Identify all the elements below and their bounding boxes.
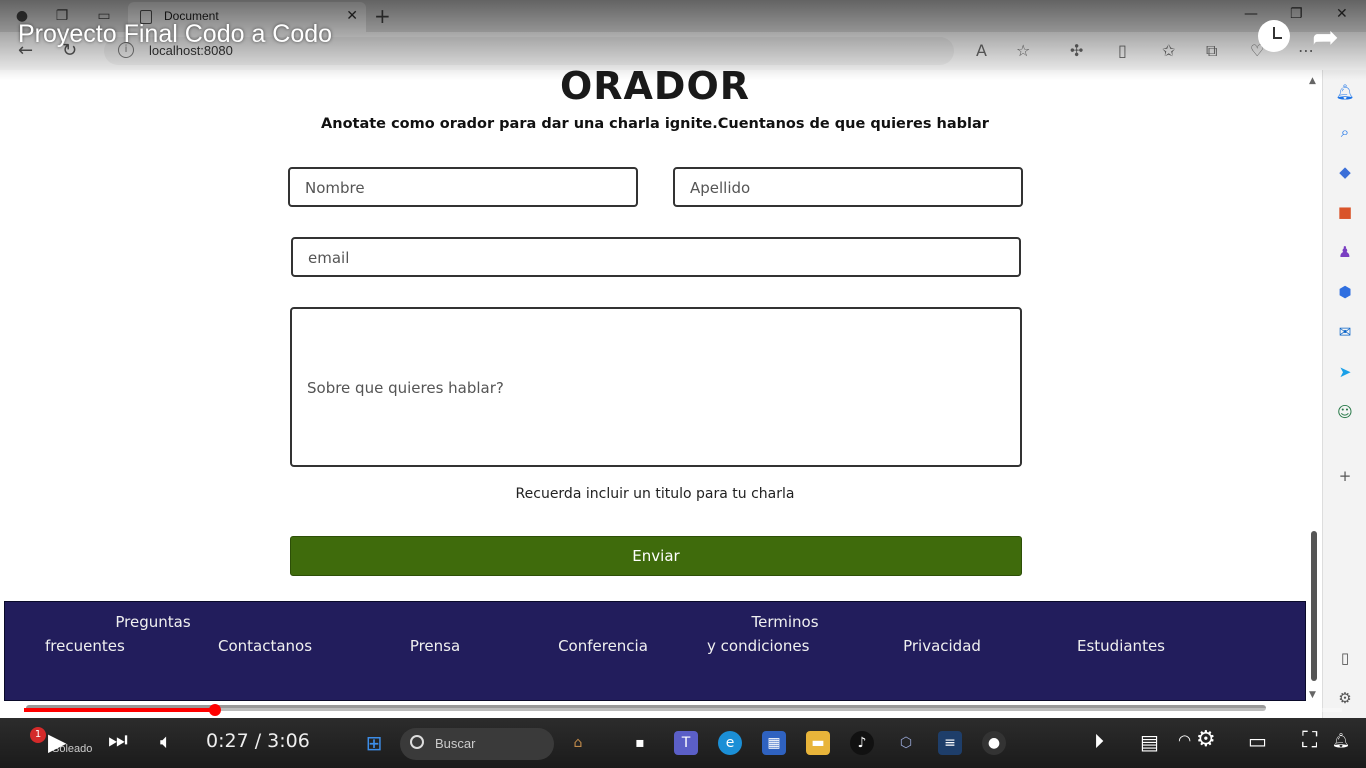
new-tab-icon[interactable]: + bbox=[374, 4, 391, 28]
volume-icon[interactable]: 🔈︎ bbox=[160, 729, 172, 753]
progress-scrubber[interactable] bbox=[209, 704, 222, 716]
cube-app-icon[interactable]: ⬡ bbox=[894, 731, 918, 755]
favorite-star-icon[interactable]: ☆ bbox=[1016, 41, 1030, 60]
video-time: 0:27 / 3:06 bbox=[206, 730, 310, 752]
progress-fill bbox=[24, 708, 216, 712]
app-icon[interactable]: ● bbox=[982, 731, 1006, 755]
autoplay-toggle-icon[interactable]: ⏵ bbox=[1094, 729, 1104, 753]
notification-badge: 1 bbox=[30, 727, 46, 743]
email-placeholder: email bbox=[308, 249, 350, 267]
extensions-icon[interactable]: ✣ bbox=[1070, 41, 1083, 60]
next-icon[interactable]: ⏭ bbox=[108, 728, 128, 753]
collections-icon[interactable]: ⧉ bbox=[1206, 41, 1217, 61]
footer-link-line: Preguntas bbox=[115, 613, 191, 631]
subtitles-icon[interactable]: ▤ bbox=[1140, 730, 1159, 754]
site-footer: Preguntas frecuentes Contactanos Prensa … bbox=[4, 601, 1306, 701]
page-subtitle: Anotate como orador para dar una charla … bbox=[321, 116, 989, 132]
split-screen-icon[interactable]: ▯ bbox=[1118, 41, 1127, 60]
cast-icon[interactable]: ▭ bbox=[1248, 729, 1267, 753]
user-icon[interactable]: ☺ bbox=[1335, 402, 1355, 422]
store-icon[interactable]: ▦ bbox=[762, 731, 786, 755]
vertical-scrollbar[interactable]: ▲ ▼ bbox=[1308, 76, 1320, 708]
tools-icon[interactable]: ■ bbox=[1335, 202, 1355, 222]
games-icon[interactable]: ♟ bbox=[1335, 242, 1355, 262]
minimize-icon[interactable]: — bbox=[1244, 6, 1258, 22]
close-tab-icon[interactable]: ✕ bbox=[346, 8, 358, 24]
apellido-field[interactable]: Apellido bbox=[673, 167, 1023, 207]
scroll-up-icon[interactable]: ▲ bbox=[1309, 76, 1316, 86]
nombre-placeholder: Nombre bbox=[305, 179, 365, 197]
scrollbar-thumb[interactable] bbox=[1311, 531, 1317, 681]
email-field[interactable]: email bbox=[291, 237, 1021, 277]
notifications-icon[interactable]: 🔔︎ bbox=[1335, 82, 1355, 102]
video-progress-bar[interactable] bbox=[24, 704, 1342, 716]
play-icon[interactable]: ▶ bbox=[48, 728, 66, 756]
send-icon[interactable]: ➤ bbox=[1335, 362, 1355, 382]
taskbar-search-label: Buscar bbox=[435, 736, 476, 751]
task-view-icon[interactable]: ▪ bbox=[628, 731, 652, 755]
footer-link-conferencia[interactable]: Conferencia bbox=[543, 634, 663, 658]
hide-sidebar-icon[interactable]: ▯ bbox=[1335, 648, 1355, 668]
footer-link-preguntas[interactable]: Preguntas frecuentes bbox=[37, 610, 205, 658]
search-icon[interactable]: ⌕ bbox=[1335, 122, 1355, 142]
notification-bell-icon[interactable]: 🔔︎ bbox=[1332, 733, 1350, 749]
code-editor-icon[interactable]: ≡ bbox=[938, 731, 962, 755]
favorites-icon[interactable]: ✩ bbox=[1162, 41, 1175, 60]
topic-textarea[interactable]: Sobre que quieres hablar? bbox=[290, 307, 1022, 467]
video-title[interactable]: Proyecto Final Codo a Codo bbox=[18, 20, 332, 49]
add-icon[interactable]: + bbox=[1335, 466, 1355, 486]
tiktok-icon[interactable]: ♪ bbox=[850, 731, 874, 755]
footer-link-line: y condiciones bbox=[707, 637, 810, 655]
footer-link-prensa[interactable]: Prensa bbox=[385, 634, 485, 658]
page-viewport: ORADOR Anotate como orador para dar una … bbox=[0, 70, 1322, 718]
page-title: ORADOR bbox=[559, 70, 751, 108]
nombre-field[interactable]: Nombre bbox=[288, 167, 638, 207]
watch-later-icon[interactable] bbox=[1258, 20, 1290, 52]
windows-start-icon[interactable]: ⊞ bbox=[362, 731, 386, 755]
enviar-button[interactable]: Enviar bbox=[290, 536, 1022, 576]
footer-link-contactanos[interactable]: Contactanos bbox=[205, 634, 325, 658]
edge-sidebar: 🔔︎ ⌕ ◆ ■ ♟ ⬢ ✉ ➤ ☺ + ▯ ⚙ bbox=[1322, 70, 1366, 718]
read-aloud-icon[interactable]: A bbox=[976, 41, 987, 60]
teams-icon[interactable]: T bbox=[674, 731, 698, 755]
settings-icon[interactable]: ⚙ bbox=[1335, 688, 1355, 708]
reminder-text: Recuerda incluir un titulo para tu charl… bbox=[515, 486, 795, 502]
share-icon[interactable]: ➦ bbox=[1312, 18, 1339, 56]
file-explorer-icon[interactable]: ▬ bbox=[806, 731, 830, 755]
video-settings-icon[interactable]: ⚙ bbox=[1196, 727, 1216, 752]
shopping-icon[interactable]: ◆ bbox=[1335, 162, 1355, 182]
footer-link-estudiantes[interactable]: Estudiantes bbox=[1063, 634, 1179, 658]
wifi-icon[interactable]: ◠ bbox=[1178, 731, 1191, 749]
apellido-placeholder: Apellido bbox=[690, 179, 751, 197]
edge-icon[interactable]: e bbox=[718, 731, 742, 755]
outlook-icon[interactable]: ✉ bbox=[1335, 322, 1355, 342]
scroll-down-icon[interactable]: ▼ bbox=[1309, 690, 1316, 700]
village-icon: ⌂ bbox=[573, 735, 583, 751]
microsoft365-icon[interactable]: ⬢ bbox=[1335, 282, 1355, 302]
footer-link-line: frecuentes bbox=[45, 637, 125, 655]
fullscreen-icon[interactable]: ⛶ bbox=[1302, 728, 1317, 753]
footer-link-privacidad[interactable]: Privacidad bbox=[887, 634, 997, 658]
restore-icon[interactable]: ❐ bbox=[1290, 6, 1303, 22]
taskbar-search[interactable]: Buscar bbox=[400, 728, 554, 760]
search-icon bbox=[410, 735, 424, 749]
footer-link-line: Terminos bbox=[751, 613, 819, 631]
footer-link-terminos[interactable]: Terminos y condiciones bbox=[695, 610, 835, 658]
topic-placeholder: Sobre que quieres hablar? bbox=[307, 379, 504, 397]
